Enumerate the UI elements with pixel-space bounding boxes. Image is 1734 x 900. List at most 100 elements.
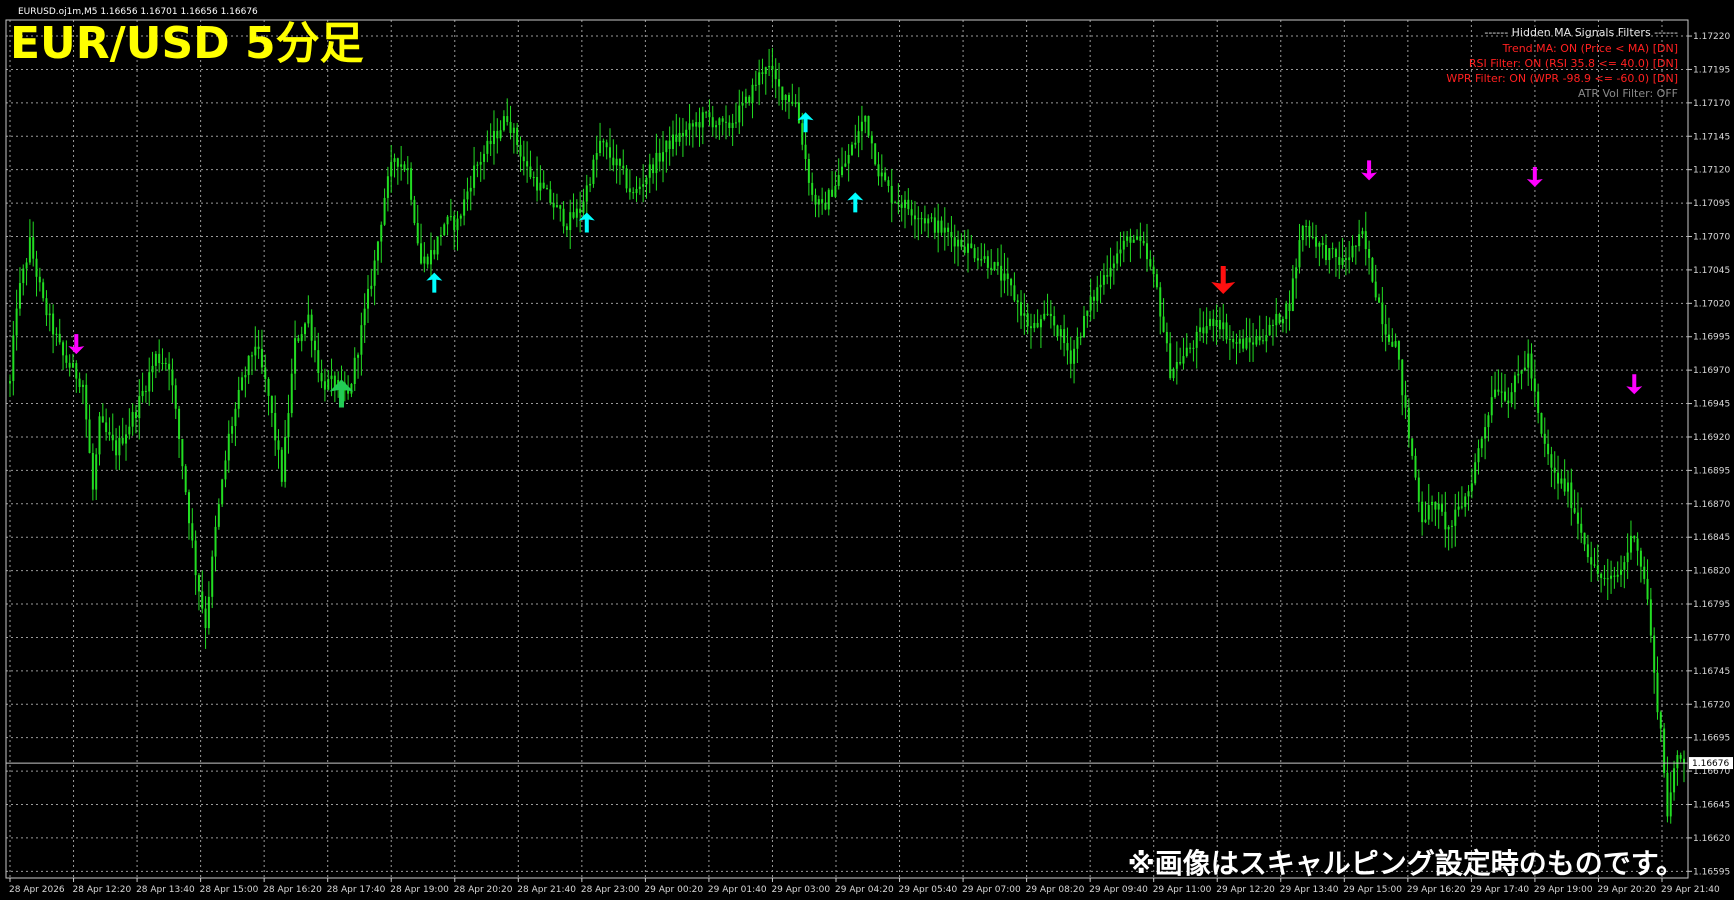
grid-lines — [6, 20, 1688, 878]
candle-body — [410, 168, 413, 200]
x-tick-label: 29 Apr 09:40 — [1089, 885, 1148, 895]
candle-body — [884, 172, 887, 181]
candle-body — [937, 220, 940, 233]
y-tick-label: 1.17220 — [1693, 32, 1730, 42]
candle-body — [1629, 535, 1632, 553]
y-tick-label: 1.17070 — [1693, 233, 1730, 243]
candle-body — [370, 285, 373, 289]
candle-body — [1175, 361, 1178, 369]
candle-body — [25, 262, 28, 269]
candle-body — [1653, 635, 1656, 673]
candle-body — [492, 130, 495, 145]
candle-body — [449, 216, 452, 218]
candle-body — [168, 363, 171, 370]
candle-body — [1182, 356, 1185, 364]
trading-chart: 1.17220 1.17195 1.17170 1.17145 1.17120 1.170… — [0, 0, 1734, 900]
candle-body — [655, 152, 658, 174]
y-tick-label: 1.16745 — [1693, 667, 1730, 677]
candle-body — [751, 84, 754, 103]
candle-body — [330, 375, 333, 380]
candle-body — [940, 220, 943, 233]
candle-body — [585, 185, 588, 202]
candle-body — [874, 143, 877, 165]
candle-body — [1391, 341, 1394, 347]
candle-body — [1414, 455, 1417, 478]
candle-body — [1046, 313, 1049, 315]
candle-body — [280, 449, 283, 482]
candle-body — [174, 385, 177, 409]
price-chart[interactable]: 1.17220 1.17195 1.17170 1.17145 1.17120 1.170… — [0, 0, 1734, 900]
candle-body — [121, 437, 124, 444]
candle-body — [224, 460, 227, 480]
candle-body — [605, 142, 608, 148]
candle-body — [1421, 501, 1424, 523]
candle-body — [1268, 324, 1271, 336]
candle-body — [1494, 389, 1497, 398]
candle-body — [420, 243, 423, 264]
candle-body — [711, 117, 714, 128]
candle-body — [933, 217, 936, 233]
candle-body — [1324, 245, 1327, 261]
candle-body — [439, 235, 442, 237]
candle-body — [1136, 236, 1139, 240]
candle-body — [824, 202, 827, 210]
candle-body — [1513, 375, 1516, 393]
candle-body — [254, 346, 257, 356]
candle-body — [75, 363, 78, 379]
candle-body — [1397, 341, 1400, 360]
candle-body — [486, 140, 489, 154]
candle-body — [1242, 338, 1245, 349]
candle-body — [1676, 755, 1679, 769]
candle-body — [691, 123, 694, 127]
candle-body — [1258, 336, 1261, 341]
candle-body — [1384, 324, 1387, 335]
candle-body — [602, 140, 605, 143]
candle-body — [270, 395, 273, 413]
candle-body — [1510, 392, 1513, 404]
candle-body — [970, 243, 973, 249]
candle-body — [1106, 275, 1109, 277]
candle-body — [128, 426, 131, 435]
candle-body — [529, 166, 532, 178]
candle-body — [231, 426, 234, 434]
candle-body — [731, 122, 734, 129]
symbol-info: EURUSD.oj1m,M5 1.16656 1.16701 1.16656 1… — [18, 7, 258, 17]
candle-body — [781, 86, 784, 101]
candle-body — [1431, 501, 1434, 506]
signal-arrows — [68, 112, 1643, 408]
candle-body — [403, 164, 406, 171]
candle-body — [98, 416, 101, 455]
candle-body — [701, 112, 704, 128]
candle-body — [188, 492, 191, 524]
candle-body — [920, 218, 923, 220]
candle-body — [618, 158, 621, 166]
candle-body — [227, 433, 230, 461]
candle-body — [207, 596, 210, 629]
x-tick-label: 29 Apr 13:40 — [1280, 885, 1339, 895]
candle-body — [1315, 237, 1318, 247]
candle-body — [18, 283, 21, 309]
candle-body — [383, 197, 386, 225]
candle-body — [1235, 342, 1238, 344]
candle-body — [831, 189, 834, 197]
candle-body — [1255, 336, 1258, 345]
candle-body — [1543, 433, 1546, 444]
candle-body — [71, 363, 74, 368]
candle-body — [1228, 338, 1231, 340]
candle-body — [108, 432, 111, 435]
candle-body — [522, 156, 525, 162]
candle-body — [1126, 236, 1129, 241]
candle-body — [1139, 236, 1142, 241]
candle-body — [913, 215, 916, 220]
candle-body — [327, 379, 330, 390]
candle-body — [897, 202, 900, 205]
candle-body — [1305, 225, 1308, 227]
candle-body — [429, 250, 432, 265]
y-tick-label: 1.16595 — [1693, 867, 1730, 877]
candle-body — [784, 94, 787, 101]
candle-body — [1590, 557, 1593, 565]
candle-body — [1116, 253, 1119, 264]
candle-body — [154, 353, 157, 366]
candle-body — [91, 452, 94, 490]
candle-body — [817, 199, 820, 205]
